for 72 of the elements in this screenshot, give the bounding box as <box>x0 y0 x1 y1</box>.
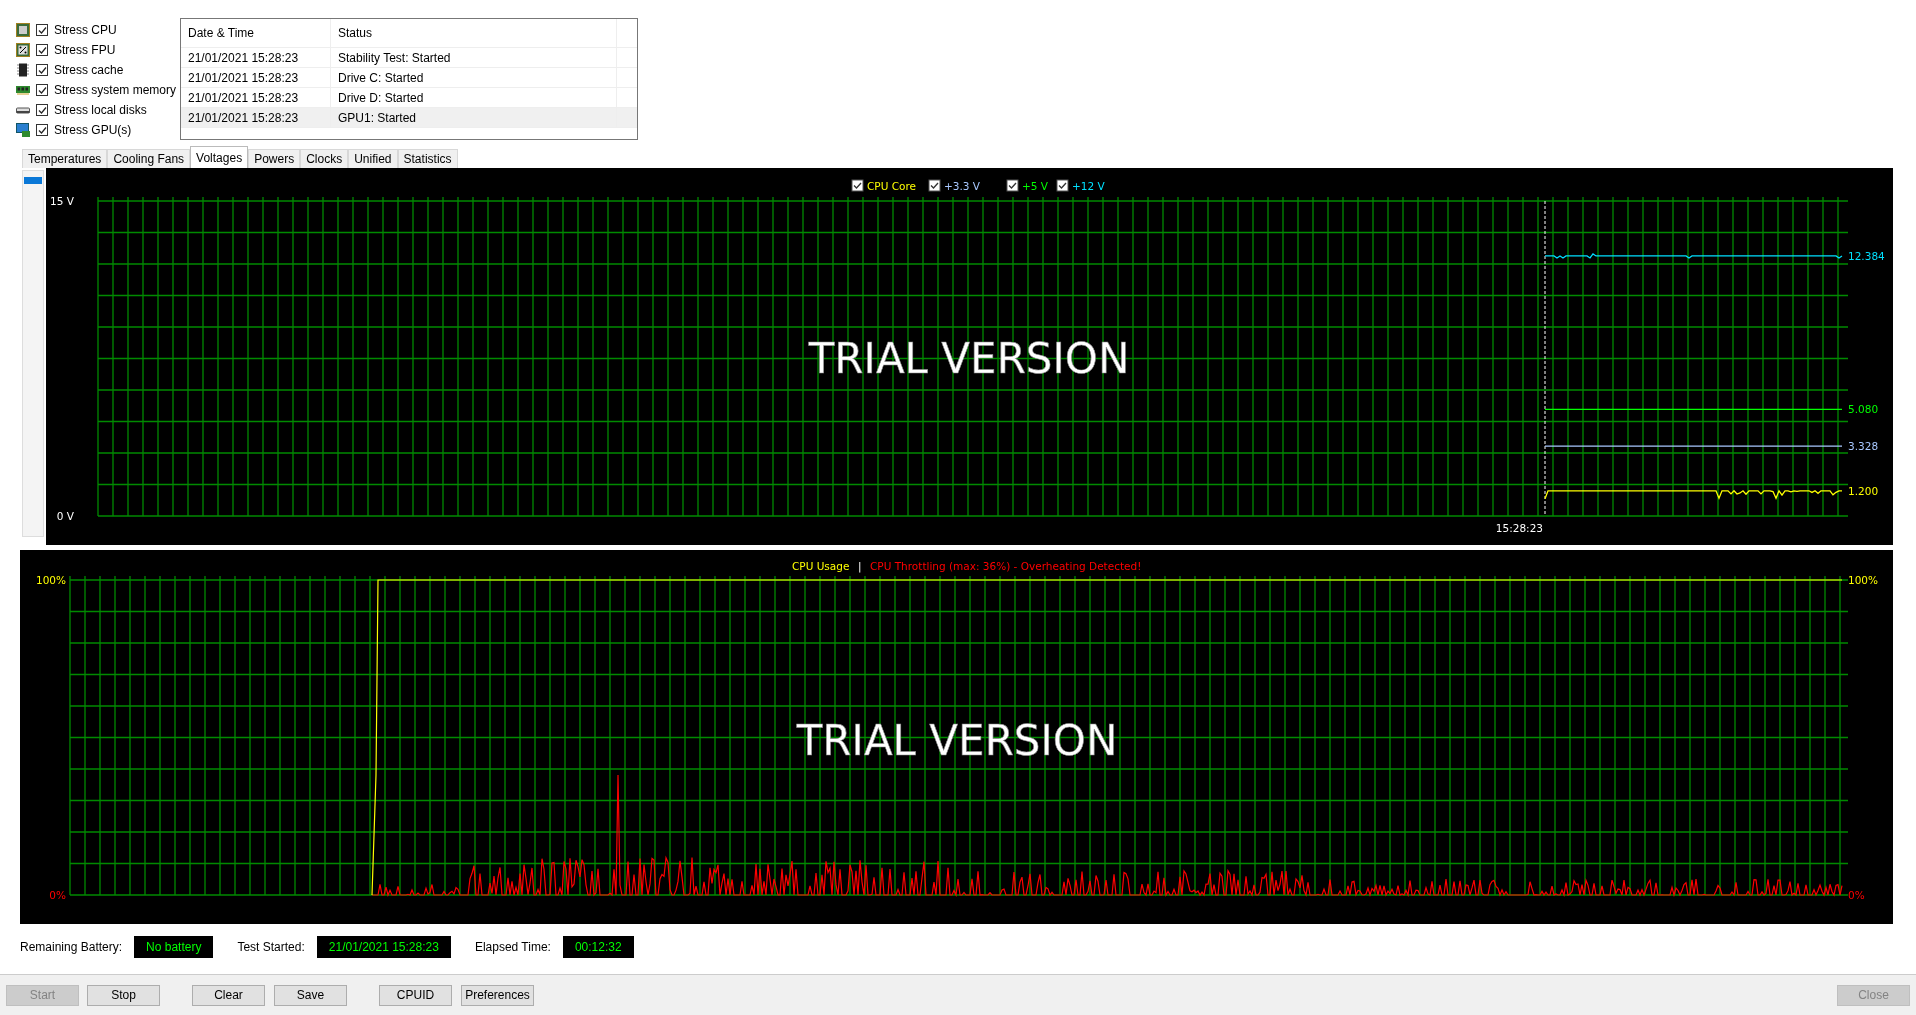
time-label: 15:28:23 <box>1495 522 1543 534</box>
legend-label: +3.3 V <box>944 180 981 192</box>
status-value: No battery <box>134 936 214 958</box>
status-label: Test Started: <box>237 940 305 954</box>
reading-value: 1.200 <box>1848 484 1879 497</box>
button[interactable]: Save <box>274 984 347 1006</box>
log-row[interactable]: 21/01/2021 15:28:23 GPU1: Started <box>181 108 637 128</box>
table-cell: Stability Test: Started <box>338 50 451 65</box>
checkbox-label: Stress CPU <box>54 23 117 37</box>
legend-checkbox[interactable] <box>851 179 864 192</box>
table-cell: 21/01/2021 15:28:23 <box>188 90 299 105</box>
tab[interactable]: Voltages <box>190 146 249 168</box>
reading-value: 12.384 <box>1848 249 1885 262</box>
tab[interactable]: Statistics <box>397 149 458 168</box>
reading-value: 5.080 <box>1848 403 1879 416</box>
table-cell: 21/01/2021 15:28:23 <box>188 70 299 85</box>
status-label: Remaining Battery: <box>20 940 123 954</box>
axis-label: 100% <box>35 574 66 586</box>
ram-module-icon <box>16 83 30 97</box>
button[interactable]: Stop <box>87 984 160 1006</box>
reading-value: 3.328 <box>1848 440 1879 453</box>
axis-label: 0 V <box>56 510 74 522</box>
column-header[interactable]: Status <box>338 26 373 40</box>
legend-separator: | <box>858 560 862 572</box>
table-cell: 21/01/2021 15:28:23 <box>188 110 299 125</box>
legend-label: CPU Core <box>867 180 916 192</box>
monitor-icon <box>16 123 30 137</box>
checkbox[interactable] <box>36 64 48 76</box>
trial-version-text: TRIAL VERSION <box>796 716 1118 765</box>
log-row[interactable]: 21/01/2021 15:28:23 Drive C: Started <box>181 68 637 88</box>
checkbox[interactable] <box>36 124 48 136</box>
checkbox-label: Stress FPU <box>54 43 116 57</box>
tab[interactable]: Powers <box>248 149 301 168</box>
tab[interactable]: Unified <box>348 149 398 168</box>
button[interactable]: Clear <box>192 984 265 1006</box>
button[interactable]: Preferences <box>461 984 534 1006</box>
checkbox[interactable] <box>36 84 48 96</box>
tab[interactable]: Temperatures <box>22 149 108 168</box>
axis-label: 0% <box>49 889 66 901</box>
legend-checkbox[interactable] <box>1056 179 1069 192</box>
legend-label: CPU Usage <box>792 560 850 572</box>
trial-version-text: TRIAL VERSION <box>808 334 1130 383</box>
tab[interactable]: Cooling Fans <box>107 149 191 168</box>
axis-label: 15 V <box>50 195 74 207</box>
legend-label: CPU Throttling (max: 36%) - Overheating Detected! <box>870 560 1142 572</box>
checkbox[interactable] <box>36 44 48 56</box>
table-cell: Drive C: Started <box>338 70 424 85</box>
legend-checkbox[interactable] <box>1006 179 1019 192</box>
checkbox[interactable] <box>36 24 48 36</box>
tab[interactable]: Clocks <box>300 149 349 168</box>
chip-icon <box>16 43 30 57</box>
legend-label: +5 V <box>1022 180 1048 192</box>
column-header[interactable]: Date & Time <box>188 26 255 40</box>
status-value: 00:12:32 <box>562 936 634 958</box>
checkbox-label: Stress system memory <box>54 83 176 97</box>
legend-label: +12 V <box>1072 180 1105 192</box>
table-cell: GPU1: Started <box>338 110 417 125</box>
table-cell: Drive D: Started <box>338 90 424 105</box>
checkbox-label: Stress GPU(s) <box>54 123 132 137</box>
log-row[interactable]: 21/01/2021 15:28:23 Stability Test: Started <box>181 48 637 68</box>
chip-icon <box>16 23 30 37</box>
button[interactable]: CPUID <box>379 984 452 1006</box>
status-label: Elapsed Time: <box>474 940 551 954</box>
memory-chip-icon <box>16 63 30 77</box>
checkbox-label: Stress cache <box>54 63 124 77</box>
axis-label: 0% <box>1848 889 1865 901</box>
checkbox-label: Stress local disks <box>54 103 147 117</box>
status-value: 21/01/2021 15:28:23 <box>316 936 451 958</box>
legend-checkbox[interactable] <box>928 179 941 192</box>
axis-label: 100% <box>1848 574 1879 586</box>
table-cell: 21/01/2021 15:28:23 <box>188 50 299 65</box>
checkbox[interactable] <box>36 104 48 116</box>
